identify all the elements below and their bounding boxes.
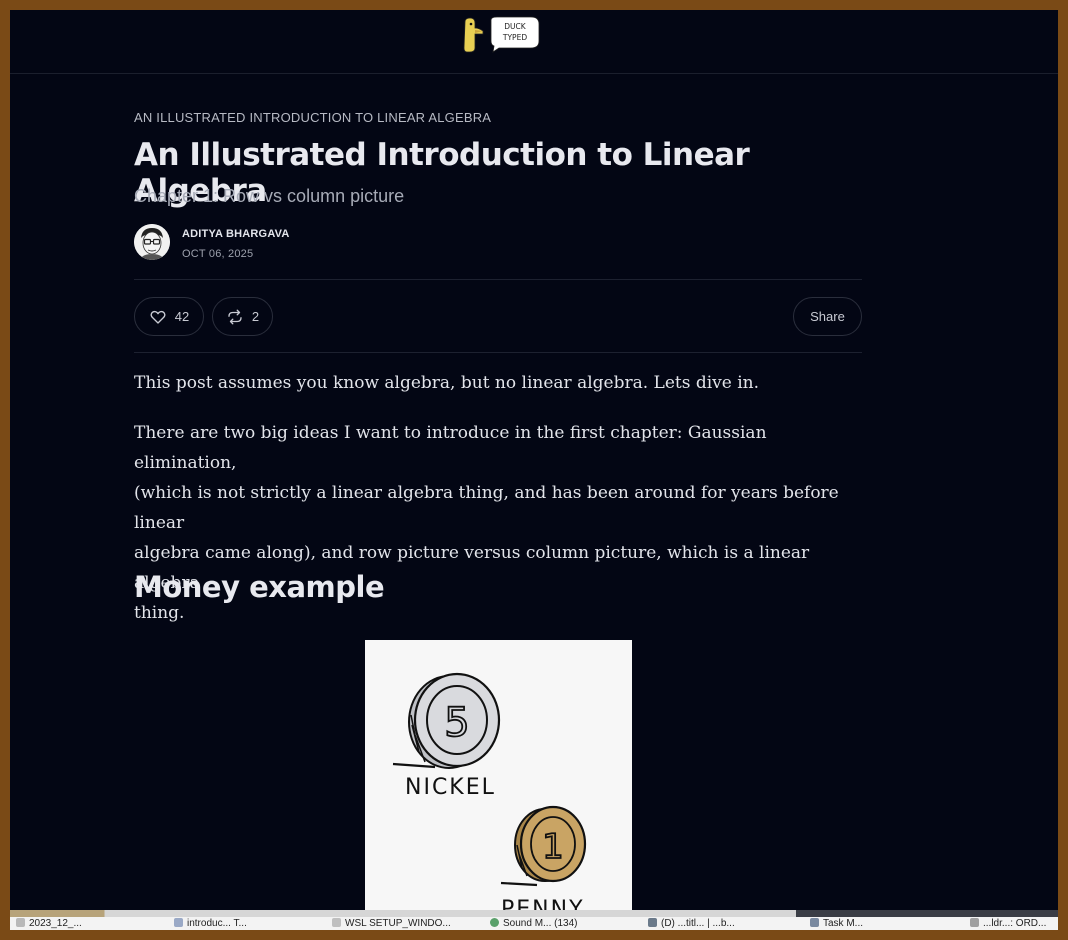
site-header: DUCK TYPED: [10, 10, 1058, 74]
like-button[interactable]: 42: [134, 297, 204, 336]
body-line: (which is not strictly a linear algebra …: [134, 483, 839, 533]
body-paragraph: This post assumes you know algebra, but …: [134, 373, 760, 393]
file-icon: [970, 918, 979, 927]
restack-count: 2: [251, 309, 260, 324]
restack-icon: [228, 309, 242, 324]
taskbar-item[interactable]: WSL SETUP_WINDO...: [332, 918, 451, 930]
coins-illustration[interactable]: 5 NICKEL 1 PENNY: [365, 640, 632, 910]
taskbar-item[interactable]: 2023_12_...: [16, 918, 82, 930]
taskbar-item[interactable]: Sound M... (134): [490, 918, 577, 930]
file-icon: [16, 918, 25, 927]
heart-icon: [150, 310, 166, 324]
taskbar: 2023_12_... introduc... T... WSL SETUP_W…: [10, 910, 1058, 930]
penny-label: PENNY: [501, 897, 585, 910]
section-kicker[interactable]: AN ILLUSTRATED INTRODUCTION TO LINEAR AL…: [134, 110, 491, 125]
taskbar-item[interactable]: introduc... T...: [174, 918, 247, 930]
like-count: 42: [174, 309, 190, 324]
sound-icon: [490, 918, 499, 927]
divider: [134, 279, 862, 280]
nickel-coin: 5: [392, 672, 501, 769]
body-line: There are two big ideas I want to introd…: [134, 423, 767, 473]
share-label: Share: [810, 309, 845, 324]
file-icon: [332, 918, 341, 927]
browser-viewport: DUCK TYPED AN ILLUSTRATED INTRODUCTION T…: [10, 10, 1058, 910]
divider: [134, 352, 862, 353]
byline: ADITYA BHARGAVA OCT 06, 2025: [134, 224, 862, 264]
restack-button[interactable]: 2: [212, 297, 273, 336]
nickel-label: NICKEL: [405, 775, 496, 800]
section-heading: Money example: [134, 570, 385, 604]
duck-typed-logo[interactable]: DUCK TYPED: [461, 16, 541, 56]
nickel-value: 5: [444, 700, 469, 746]
taskbar-item[interactable]: (D) ...titl... | ...b...: [648, 918, 735, 930]
taskbar-thumb-strip: [10, 910, 1058, 917]
taskbar-item[interactable]: ...ldr...: ORD...: [970, 918, 1046, 930]
post-date: OCT 06, 2025: [182, 248, 254, 260]
penny-coin: 1: [500, 805, 587, 887]
taskbar-item[interactable]: Task M...: [810, 918, 863, 930]
author-name[interactable]: ADITYA BHARGAVA: [182, 228, 290, 240]
post-subtitle: Chapter 1: Row vs column picture: [134, 186, 405, 206]
logo-text-duck: DUCK: [504, 22, 527, 31]
logo-text-typed: TYPED: [502, 33, 527, 42]
document-icon: [174, 918, 183, 927]
author-avatar[interactable]: [134, 224, 170, 260]
coins-drawing: 5 NICKEL 1 PENNY: [392, 672, 587, 910]
share-button[interactable]: Share: [793, 297, 862, 336]
task-manager-icon: [810, 918, 819, 927]
window-icon: [648, 918, 657, 927]
penny-value: 1: [542, 827, 564, 867]
